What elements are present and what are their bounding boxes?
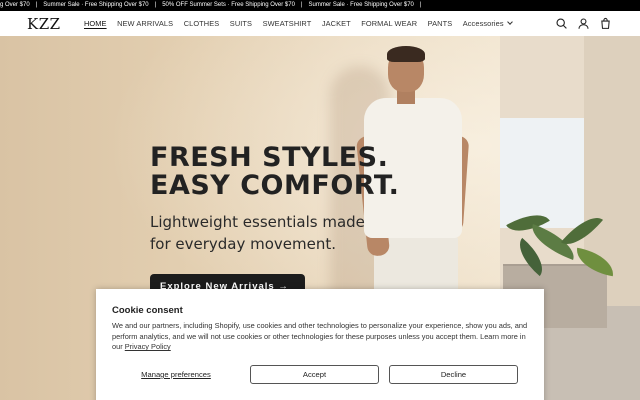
decline-button[interactable]: Decline [389,365,518,384]
nav-suits[interactable]: SUITS [230,11,252,36]
hero-subtitle: Lightweight essentials made for everyday… [150,211,365,255]
accept-button[interactable]: Accept [250,365,379,384]
brand-logo[interactable]: KZZ [27,15,61,33]
nav-formal-wear[interactable]: FORMAL WEAR [361,11,417,36]
hero-window [500,118,584,228]
hero-subtitle-line: for everyday movement. [150,235,337,253]
main-nav: HOME NEW ARRIVALS CLOTHES SUITS SWEATSHI… [84,11,522,36]
announcement-item: 50% OFF Summer Sets · Free Shipping Over… [162,2,295,8]
cookie-description-text: We and our partners, including Shopify, … [112,321,528,352]
manage-preferences-button[interactable]: Manage preferences [112,365,240,384]
site-header: KZZ HOME NEW ARRIVALS CLOTHES SUITS SWEA… [0,11,640,36]
nav-new-arrivals[interactable]: NEW ARRIVALS [117,11,173,36]
announcement-item: g Over $70 [0,2,30,8]
account-icon[interactable] [577,17,590,30]
chevron-down-icon [506,19,513,25]
announcement-separator: | [419,2,422,8]
header-icons [555,17,612,30]
nav-clothes[interactable]: CLOTHES [184,11,220,36]
hero-title: FRESH STYLES. EASY COMFORT. [150,144,399,200]
announcement-item: Summer Sale · Free Shipping Over $70 [43,2,149,8]
model-hair [387,46,425,62]
hero-title-line: FRESH STYLES. [150,142,389,173]
privacy-policy-link[interactable]: Privacy Policy [125,342,171,351]
search-icon[interactable] [555,17,568,30]
nav-pants[interactable]: PANTS [428,11,453,36]
cookie-description: We and our partners, including Shopify, … [112,321,528,353]
nav-sweatshirt[interactable]: SWEATSHIRT [263,11,312,36]
nav-jacket[interactable]: JACKET [322,11,351,36]
nav-home[interactable]: HOME [84,11,107,36]
hero-title-line: EASY COMFORT. [150,170,400,201]
nav-accessories[interactable]: Accessories [462,11,513,36]
nav-accessories-label: Accessories [462,19,504,28]
cart-icon[interactable] [599,17,612,30]
announcement-bar: g Over $70 | Summer Sale · Free Shipping… [0,0,640,11]
hero-subtitle-line: Lightweight essentials made [150,213,365,231]
announcement-item: Summer Sale · Free Shipping Over $70 [308,2,414,8]
cookie-consent-banner: Cookie consent We and our partners, incl… [96,289,544,400]
cookie-title: Cookie consent [112,305,183,316]
